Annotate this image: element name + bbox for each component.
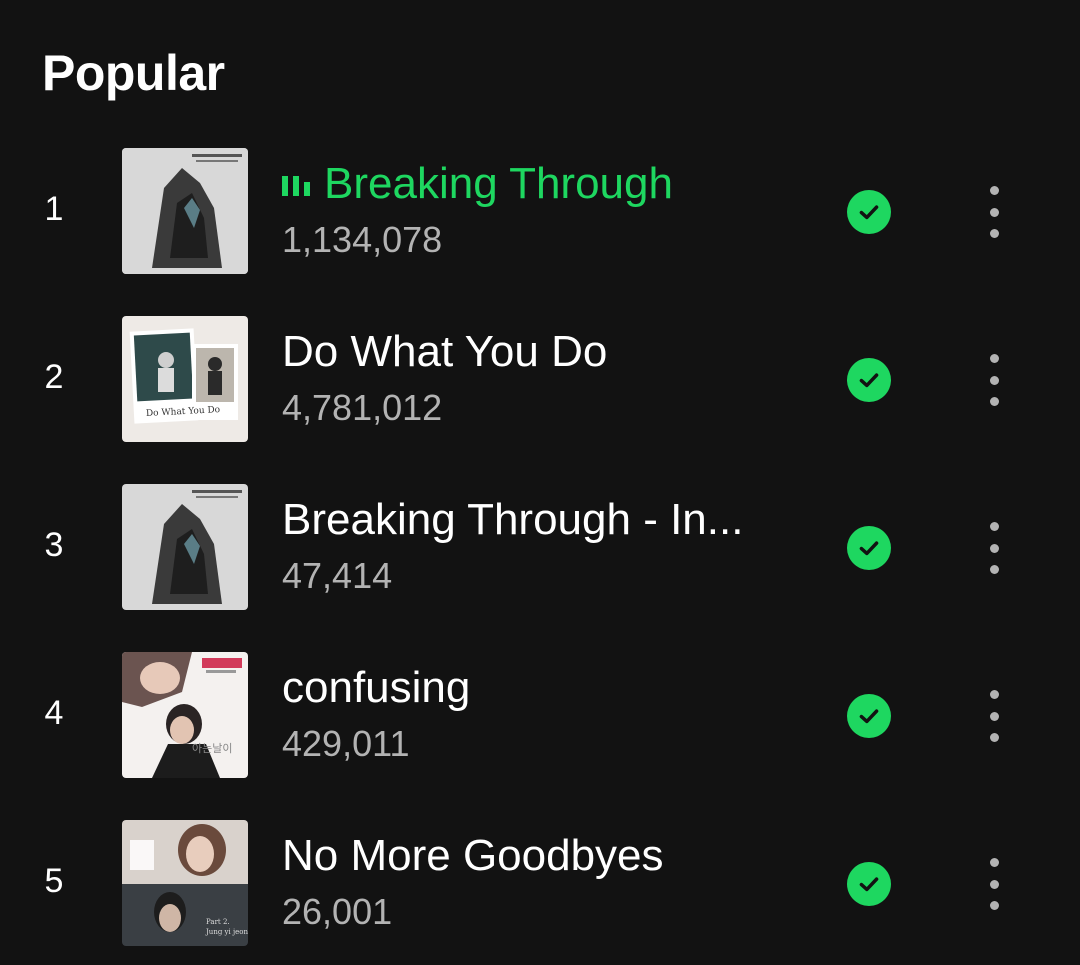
more-vertical-icon[interactable] <box>974 686 1014 746</box>
section-title: Popular <box>42 45 225 101</box>
track-title-text: Breaking Through <box>324 159 673 208</box>
equalizer-bars-icon <box>282 172 310 196</box>
track-row[interactable]: 5 Part 2. Jung yi jeong No More Goodbyes… <box>0 818 1080 965</box>
track-row[interactable]: 3 Breaking Through - In... 47,414 <box>0 482 1080 650</box>
track-rank: 2 <box>44 358 64 396</box>
album-art: Do What You Do <box>122 316 248 442</box>
track-title: No More Goodbyes <box>282 831 664 880</box>
more-vertical-icon[interactable] <box>974 182 1014 242</box>
more-vertical-icon[interactable] <box>974 854 1014 914</box>
track-play-count: 4,781,012 <box>282 387 443 428</box>
album-art: 아는날이 <box>122 652 248 778</box>
more-vertical-icon[interactable] <box>974 518 1014 578</box>
track-play-count: 429,011 <box>282 723 410 764</box>
track-info: No More Goodbyes 26,001 <box>282 830 802 932</box>
track-info: Do What You Do 4,781,012 <box>282 326 802 428</box>
track-row[interactable]: 2 Do What You Do Do What You Do 4,781,01… <box>0 314 1080 482</box>
track-title: Breaking Through - In... <box>282 495 744 544</box>
track-rank: 1 <box>44 190 64 228</box>
track-list: 1 Breaking Through 1,134,078 2 Do What Y… <box>0 146 1080 965</box>
track-play-count: 26,001 <box>282 891 393 932</box>
track-info: confusing 429,011 <box>282 662 802 764</box>
svg-text:아는날이: 아는날이 <box>192 742 232 755</box>
track-title: Breaking Through <box>282 158 762 210</box>
check-circle-icon[interactable] <box>847 526 891 570</box>
check-circle-icon[interactable] <box>847 190 891 234</box>
track-rank: 5 <box>44 862 64 900</box>
track-info: Breaking Through 1,134,078 <box>282 158 802 260</box>
svg-text:Part 2.: Part 2. <box>206 918 230 926</box>
track-row[interactable]: 1 Breaking Through 1,134,078 <box>0 146 1080 314</box>
track-row[interactable]: 4 아는날이 confusing 429,011 <box>0 650 1080 818</box>
more-vertical-icon[interactable] <box>974 350 1014 410</box>
check-circle-icon[interactable] <box>847 862 891 906</box>
popular-tracks-page: Popular 1 Breaking Through 1,134,078 2 D… <box>0 0 1080 965</box>
check-circle-icon[interactable] <box>847 358 891 402</box>
track-rank: 4 <box>44 694 64 732</box>
album-art <box>122 484 248 610</box>
track-rank: 3 <box>44 526 64 564</box>
track-play-count: 47,414 <box>282 555 393 596</box>
album-art: Part 2. Jung yi jeong <box>122 820 248 946</box>
check-circle-icon[interactable] <box>847 694 891 738</box>
track-title: confusing <box>282 663 471 712</box>
svg-text:Jung yi jeong: Jung yi jeong <box>205 928 248 936</box>
track-play-count: 1,134,078 <box>282 219 443 260</box>
track-title: Do What You Do <box>282 327 608 376</box>
album-art <box>122 148 248 274</box>
track-info: Breaking Through - In... 47,414 <box>282 494 802 596</box>
